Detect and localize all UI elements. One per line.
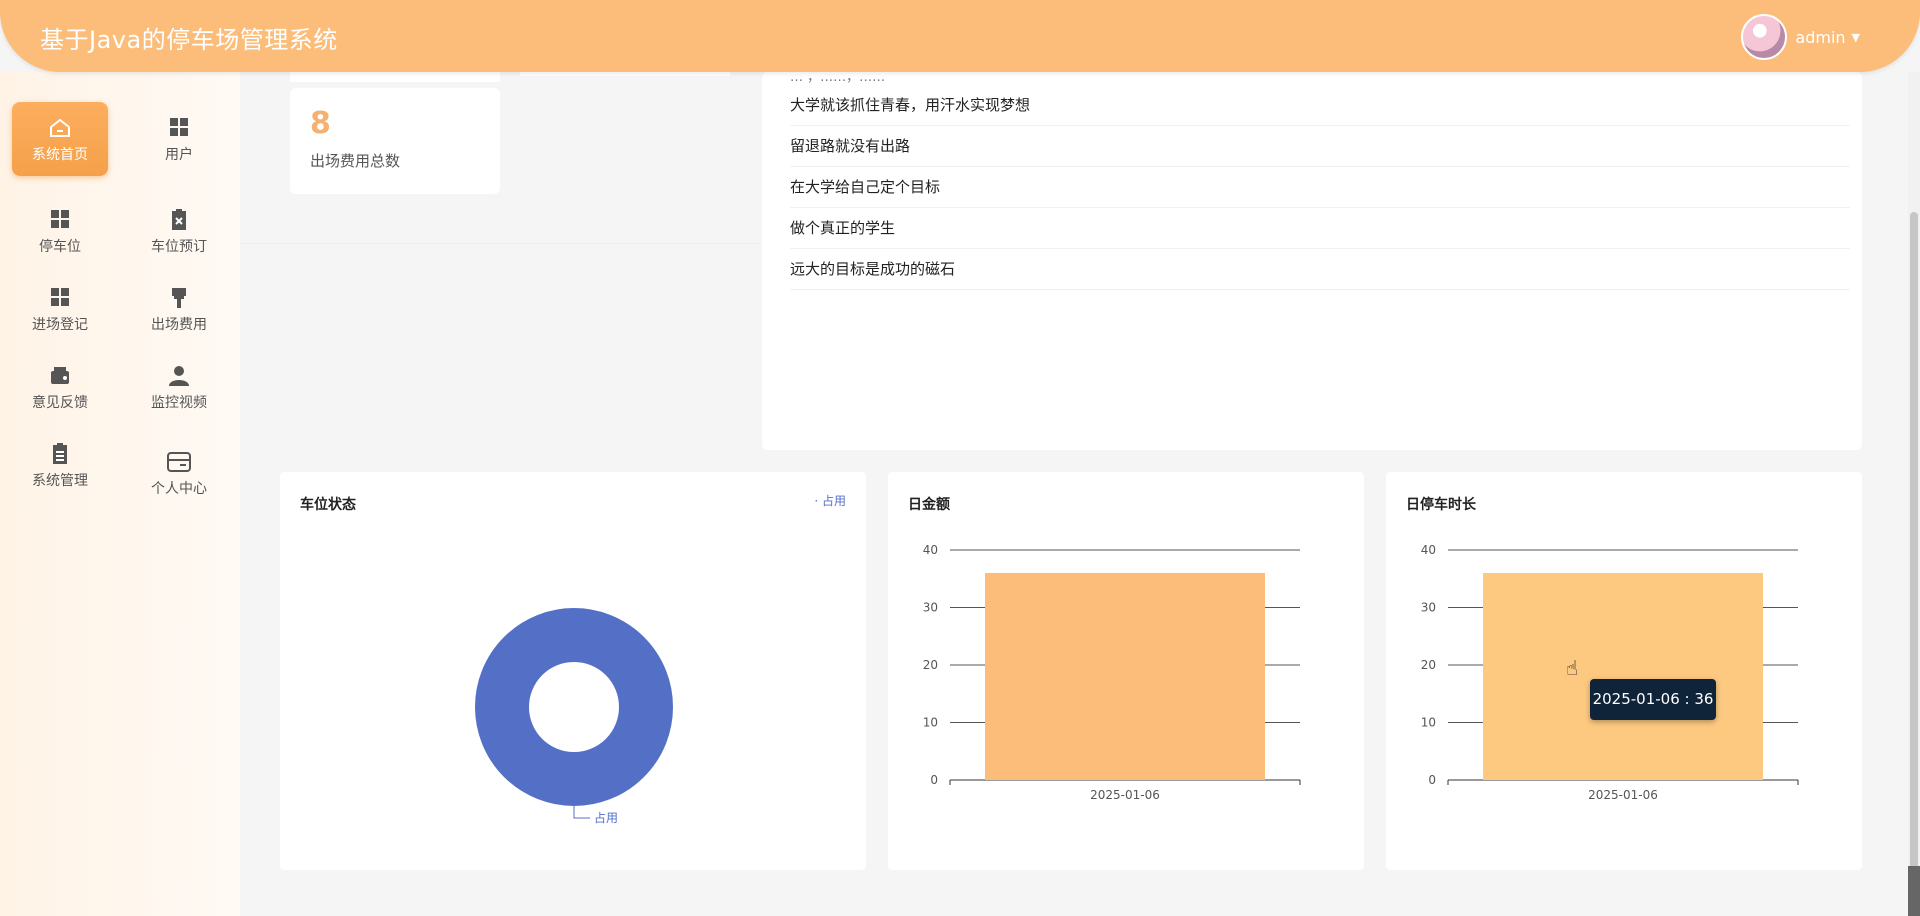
news-item[interactable]: 在大学给自己定个目标 bbox=[790, 167, 1850, 208]
y-tick-label: 0 bbox=[930, 773, 938, 787]
chart-card-parking-status: 车位状态 · 占用 占用 bbox=[280, 472, 866, 870]
sidebar-item-label: 系统管理 bbox=[32, 473, 88, 489]
clipboard-icon bbox=[46, 442, 74, 466]
news-panel: … ，……，…… 大学就该抓住青春，用汗水实现梦想 留退路就没有出路 在大学给自… bbox=[762, 70, 1862, 450]
pie-label-line bbox=[573, 806, 590, 819]
sidebar: 系统首页 用户 停车位 车位预订 进场登记 出场费用 意见反馈 监控视频 系统管… bbox=[0, 72, 240, 916]
x-tick-label: 2025-01-06 bbox=[1588, 788, 1658, 802]
sidebar-item-label: 意见反馈 bbox=[32, 395, 88, 411]
pie-label: 占用 bbox=[594, 810, 618, 825]
stat-card-partial bbox=[520, 72, 730, 76]
top-header: 基于Java的停车场管理系统 admin ▼ bbox=[0, 0, 1920, 72]
sidebar-item-label: 停车位 bbox=[39, 239, 81, 255]
y-tick-label: 40 bbox=[1421, 543, 1436, 557]
sidebar-item-label: 出场费用 bbox=[151, 317, 207, 333]
sidebar-item-feedback[interactable]: 意见反馈 bbox=[12, 350, 108, 424]
news-item[interactable]: 留退路就没有出路 bbox=[790, 126, 1850, 167]
y-tick-label: 40 bbox=[923, 543, 938, 557]
y-tick-label: 10 bbox=[1421, 716, 1436, 730]
y-tick-label: 30 bbox=[923, 601, 938, 615]
news-item[interactable]: 大学就该抓住青春，用汗水实现梦想 bbox=[790, 85, 1850, 126]
pointer-cursor-icon: ☝ bbox=[1566, 656, 1579, 680]
pie-slice[interactable] bbox=[475, 608, 673, 806]
wallet-icon bbox=[46, 364, 74, 388]
username[interactable]: admin bbox=[1795, 28, 1845, 47]
stat-value: 8 bbox=[310, 106, 331, 141]
sidebar-item-exit-fees[interactable]: 出场费用 bbox=[131, 272, 227, 346]
sidebar-item-entry[interactable]: 进场登记 bbox=[12, 272, 108, 346]
sidebar-item-label: 系统首页 bbox=[32, 147, 88, 163]
app-title: 基于Java的停车场管理系统 bbox=[40, 26, 338, 54]
y-tick-label: 20 bbox=[923, 658, 938, 672]
bar[interactable] bbox=[1483, 573, 1763, 780]
sidebar-item-monitoring-video[interactable]: 监控视频 bbox=[131, 350, 227, 424]
scrollbar-thumb[interactable] bbox=[1910, 212, 1918, 912]
sidebar-item-parking-spaces[interactable]: 停车位 bbox=[12, 194, 108, 268]
stat-card-exit-fees: 8 出场费用总数 bbox=[290, 88, 500, 194]
sidebar-item-system-management[interactable]: 系统管理 bbox=[12, 428, 108, 502]
avatar[interactable] bbox=[1741, 14, 1788, 60]
stat-label: 出场费用总数 bbox=[310, 152, 401, 170]
sidebar-item-reservation[interactable]: 车位预订 bbox=[131, 194, 227, 268]
sidebar-item-label: 进场登记 bbox=[32, 317, 88, 333]
y-tick-label: 20 bbox=[1421, 658, 1436, 672]
brush-icon bbox=[165, 286, 193, 310]
bar-chart-daily-amount: 0 10 20 30 40 2025-01-06 bbox=[923, 543, 1301, 802]
y-tick-label: 30 bbox=[1421, 601, 1436, 615]
divider bbox=[240, 243, 760, 244]
scrollbar[interactable] bbox=[1908, 72, 1920, 916]
card-icon bbox=[165, 450, 193, 474]
news-item[interactable]: 做个真正的学生 bbox=[790, 208, 1850, 249]
y-tick-label: 10 bbox=[923, 716, 938, 730]
sidebar-item-label: 车位预订 bbox=[151, 239, 207, 255]
user-icon bbox=[165, 364, 193, 388]
scrollbar-end bbox=[1908, 866, 1920, 916]
chart-card-daily-amount: 日金额 0 10 20 30 40 2025-01-06 bbox=[888, 472, 1364, 870]
news-item[interactable]: 远大的目标是成功的磁石 bbox=[790, 249, 1850, 290]
chart-card-daily-parking-duration: 日停车时长 0 10 20 30 40 2025-01-06 bbox=[1386, 472, 1862, 870]
user-menu[interactable]: admin ▼ bbox=[1741, 14, 1860, 60]
bar[interactable] bbox=[985, 573, 1265, 780]
grid-icon bbox=[46, 286, 74, 310]
home-icon bbox=[46, 116, 74, 140]
sidebar-item-label: 用户 bbox=[165, 147, 193, 163]
sidebar-item-home[interactable]: 系统首页 bbox=[12, 102, 108, 176]
grid-icon bbox=[46, 208, 74, 232]
sidebar-item-profile[interactable]: 个人中心 bbox=[131, 428, 227, 514]
sidebar-item-label: 个人中心 bbox=[151, 481, 207, 497]
chart-tooltip: 2025-01-06 : 36 bbox=[1590, 679, 1716, 720]
clipboard-x-icon bbox=[165, 208, 193, 232]
stat-card-partial bbox=[290, 72, 500, 82]
x-tick-label: 2025-01-06 bbox=[1090, 788, 1160, 802]
pie-chart: 占用 bbox=[475, 608, 673, 825]
sidebar-item-users[interactable]: 用户 bbox=[131, 102, 227, 176]
y-tick-label: 0 bbox=[1428, 773, 1436, 787]
bar-chart-daily-duration: 0 10 20 30 40 2025-01-06 bbox=[1421, 543, 1799, 802]
sidebar-item-label: 监控视频 bbox=[151, 395, 207, 411]
grid-icon bbox=[165, 116, 193, 140]
chevron-down-icon[interactable]: ▼ bbox=[1852, 31, 1860, 44]
